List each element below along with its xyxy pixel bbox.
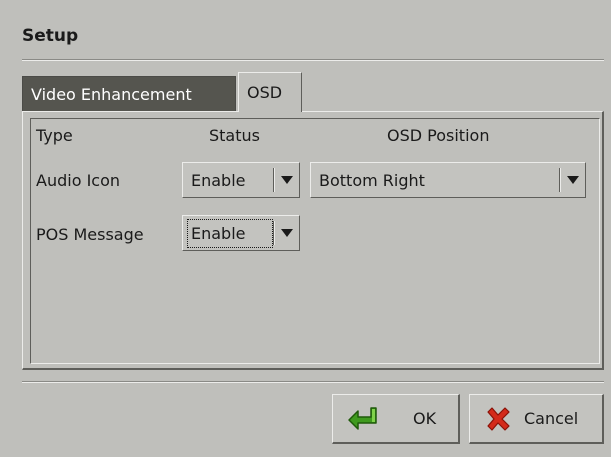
row-pos-message-label: POS Message (36, 225, 144, 244)
ok-button-label: OK (413, 409, 437, 428)
audio-icon-position-value: Bottom Right (319, 170, 425, 190)
header-osd-position: OSD Position (387, 126, 490, 145)
green-check-arrow-icon (347, 405, 381, 433)
button-divider (22, 381, 604, 383)
audio-icon-position-select[interactable]: Bottom Right (310, 162, 586, 198)
cancel-button[interactable]: Cancel (469, 394, 604, 444)
audio-icon-status-value: Enable (191, 170, 246, 190)
row-audio-icon-label: Audio Icon (36, 171, 121, 190)
chevron-down-icon (561, 176, 585, 184)
header-type: Type (36, 126, 73, 145)
tab-osd-label: OSD (247, 83, 283, 102)
cancel-button-label: Cancel (524, 409, 579, 428)
tab-osd[interactable]: OSD (238, 72, 302, 112)
dialog-title: Setup (22, 26, 79, 46)
audio-icon-status-select[interactable]: Enable (182, 162, 300, 198)
tab-video-enhancement-label: Video Enhancement (31, 84, 192, 104)
ok-button[interactable]: OK (332, 394, 460, 444)
title-divider (22, 59, 604, 61)
chevron-down-icon (275, 229, 299, 237)
red-x-icon (484, 405, 512, 433)
pos-message-status-select[interactable]: Enable (182, 215, 300, 251)
pos-message-status-value: Enable (187, 218, 273, 248)
header-status: Status (209, 126, 260, 145)
tab-video-enhancement[interactable]: Video Enhancement (22, 76, 236, 111)
chevron-down-icon (275, 176, 299, 184)
